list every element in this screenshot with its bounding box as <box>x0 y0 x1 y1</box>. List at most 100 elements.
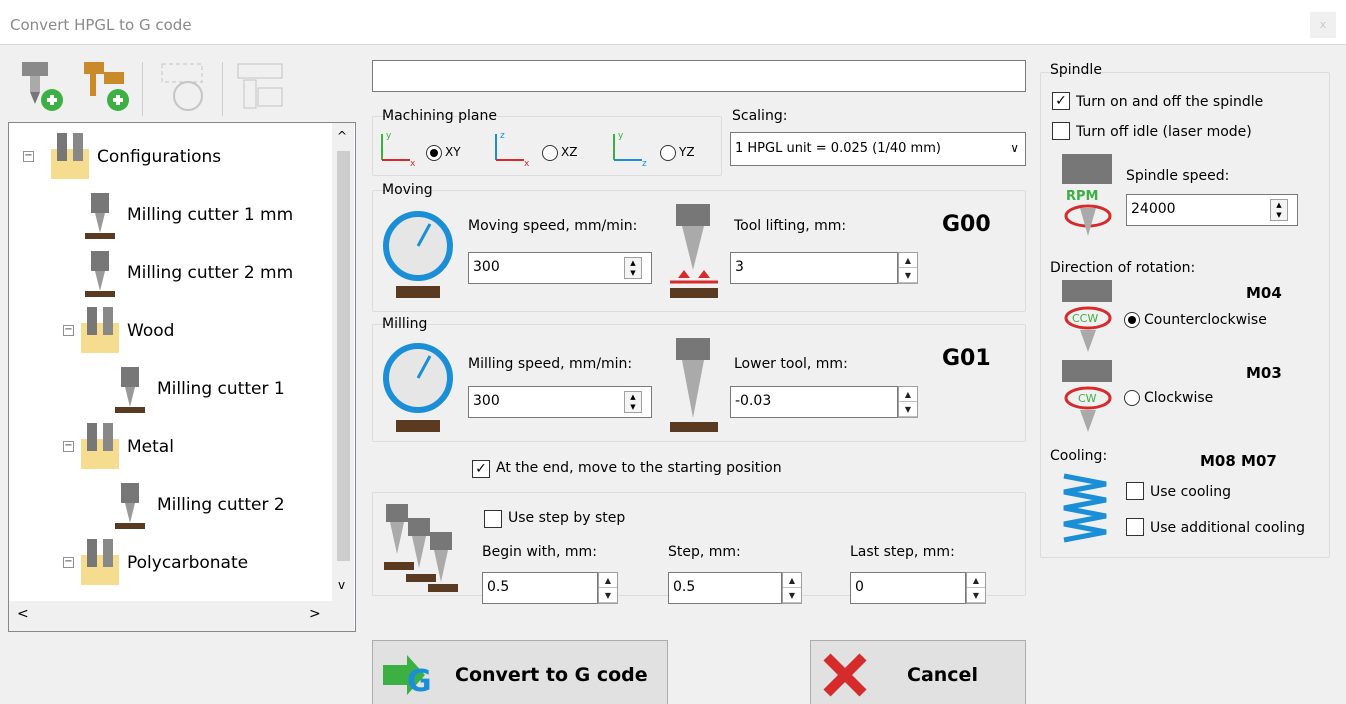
ccw-code: M04 <box>1246 284 1282 302</box>
svg-text:RPM: RPM <box>1066 189 1098 204</box>
begin-with-label: Begin with, mm: <box>482 544 597 560</box>
use-cooling-checkbox[interactable] <box>1126 482 1144 500</box>
convert-button[interactable]: G Convert to G code <box>372 640 668 704</box>
counterclockwise-label: Counterclockwise <box>1144 312 1267 328</box>
step-spinner[interactable]: ▲ ▼ <box>782 572 802 604</box>
svg-text:y: y <box>618 131 624 141</box>
moving-group-label: Moving <box>382 182 433 198</box>
convert-label: Convert to G code <box>455 664 648 686</box>
end-move-checkbox[interactable]: ✓ <box>472 460 490 478</box>
tool-lifting-label: Tool lifting, mm: <box>734 218 847 234</box>
tree-item-label: Milling cutter 1 mm <box>127 205 294 225</box>
configure-button[interactable] <box>152 58 216 116</box>
tree-item-label: Metal <box>127 437 174 457</box>
lower-tool-input[interactable]: -0.03 <box>730 386 898 418</box>
plane-yz-radio[interactable] <box>660 145 676 161</box>
cw-rotation-icon: CW <box>1062 360 1112 432</box>
tree-item-polycarbonate[interactable]: Polycarbonate <box>79 539 249 585</box>
speed-gauge-icon <box>383 211 453 298</box>
clockwise-radio[interactable] <box>1124 390 1140 406</box>
chevron-down-icon: ∨ <box>1010 141 1019 155</box>
tool-lift-icon <box>670 204 718 298</box>
step-by-step-label: Use step by step <box>508 510 626 526</box>
add-cutter-button[interactable] <box>8 58 72 116</box>
tool-lifting-input[interactable]: 3 <box>730 252 898 284</box>
tree-item-configurations[interactable]: Configurations <box>49 133 222 179</box>
lower-tool-icon <box>670 338 718 432</box>
rpm-icon: RPM <box>1062 154 1112 236</box>
tree-item-cutter-2mm[interactable]: Milling cutter 2 mm <box>79 251 293 297</box>
plane-xy-radio[interactable] <box>426 145 442 161</box>
milling-speed-spinner[interactable]: ▲ ▼ <box>624 391 642 413</box>
tree-item-label: Configurations <box>97 147 222 167</box>
lower-tool-label: Lower tool, mm: <box>734 356 848 372</box>
plane-xz-radio[interactable] <box>542 145 558 161</box>
config-name-input[interactable] <box>372 60 1026 92</box>
tree-horizontal-scrollbar[interactable]: < > <box>9 601 354 631</box>
additional-cooling-checkbox[interactable] <box>1126 518 1144 536</box>
scroll-down-arrow[interactable]: v <box>338 578 345 592</box>
cancel-button[interactable]: Cancel <box>810 640 1026 704</box>
scroll-left-arrow[interactable]: < <box>17 606 29 622</box>
spindle-speed-spinner[interactable]: ▲ ▼ <box>1270 199 1288 221</box>
end-move-label: At the end, move to the starting positio… <box>496 460 782 476</box>
direction-label: Direction of rotation: <box>1050 260 1196 276</box>
toolbar <box>0 52 362 120</box>
step-label: Step, mm: <box>668 544 741 560</box>
tree-item-label: Polycarbonate <box>127 553 249 573</box>
cancel-label: Cancel <box>907 664 978 686</box>
additional-cooling-label: Use additional cooling <box>1150 520 1305 536</box>
svg-text:CCW: CCW <box>1072 312 1098 325</box>
begin-with-input[interactable]: 0.5 <box>482 572 598 604</box>
tree-item-label: Wood <box>127 321 175 341</box>
folder-cutter-icon <box>81 539 119 585</box>
scroll-right-arrow[interactable]: > <box>309 606 321 622</box>
milling-speed-label: Milling speed, mm/min: <box>468 356 633 372</box>
tool-lifting-spinner[interactable]: ▲ ▼ <box>898 252 918 284</box>
folder-cutter-icon <box>51 133 89 179</box>
scroll-up-arrow[interactable]: ^ <box>337 129 347 143</box>
tree-scroll-thumb[interactable] <box>337 151 350 561</box>
svg-text:z: z <box>642 159 647 168</box>
settings-button[interactable] <box>228 58 292 116</box>
svg-text:G: G <box>407 664 432 699</box>
last-step-spinner[interactable]: ▲ ▼ <box>966 572 986 604</box>
spindle-on-off-checkbox[interactable]: ✓ <box>1052 92 1070 110</box>
milling-group-label: Milling <box>382 316 428 332</box>
idle-off-checkbox[interactable] <box>1052 122 1070 140</box>
counterclockwise-radio[interactable] <box>1124 312 1140 328</box>
scaling-select[interactable]: 1 HPGL unit = 0.025 (1/40 mm) ∨ <box>730 132 1026 166</box>
idle-off-label: Turn off idle (laser mode) <box>1076 124 1252 140</box>
folder-cutter-icon <box>81 307 119 353</box>
collapse-toggle[interactable]: − <box>63 325 74 336</box>
scaling-value: 1 HPGL unit = 0.025 (1/40 mm) <box>735 141 941 156</box>
convert-icon: G <box>383 655 432 699</box>
close-button[interactable]: x <box>1310 12 1336 38</box>
cutter-icon <box>115 483 145 529</box>
tree-item-metal-cutter-2[interactable]: Milling cutter 2 <box>109 483 285 529</box>
last-step-input[interactable]: 0 <box>850 572 966 604</box>
add-group-button[interactable] <box>74 58 138 116</box>
cutter-icon <box>85 251 115 297</box>
step-by-step-checkbox[interactable] <box>484 510 502 528</box>
collapse-toggle[interactable]: − <box>63 441 74 452</box>
lower-tool-spinner[interactable]: ▲ ▼ <box>898 386 918 418</box>
clockwise-label: Clockwise <box>1144 390 1214 406</box>
configuration-tree[interactable]: − Configurations Milling cutter 1 mm Mil… <box>8 122 356 632</box>
step-input[interactable]: 0.5 <box>668 572 782 604</box>
collapse-toggle[interactable]: − <box>63 557 74 568</box>
collapse-toggle[interactable]: − <box>23 151 34 162</box>
spindle-on-off-label: Turn on and off the spindle <box>1076 94 1264 110</box>
ccw-rotation-icon: CCW <box>1062 280 1112 352</box>
spindle-speed-label: Spindle speed: <box>1126 168 1230 184</box>
tree-item-wood[interactable]: Wood <box>79 307 175 353</box>
cancel-icon <box>823 653 867 697</box>
xy-axis-icon: yx <box>381 131 416 168</box>
moving-speed-spinner[interactable]: ▲ ▼ <box>624 257 642 279</box>
add-cutter-icon <box>22 62 63 111</box>
tree-item-wood-cutter-1[interactable]: Milling cutter 1 <box>109 367 285 413</box>
tree-item-cutter-1mm[interactable]: Milling cutter 1 mm <box>79 193 294 239</box>
folder-cutter-icon <box>81 423 119 469</box>
tree-item-metal[interactable]: Metal <box>79 423 174 469</box>
begin-with-spinner[interactable]: ▲ ▼ <box>598 572 618 604</box>
